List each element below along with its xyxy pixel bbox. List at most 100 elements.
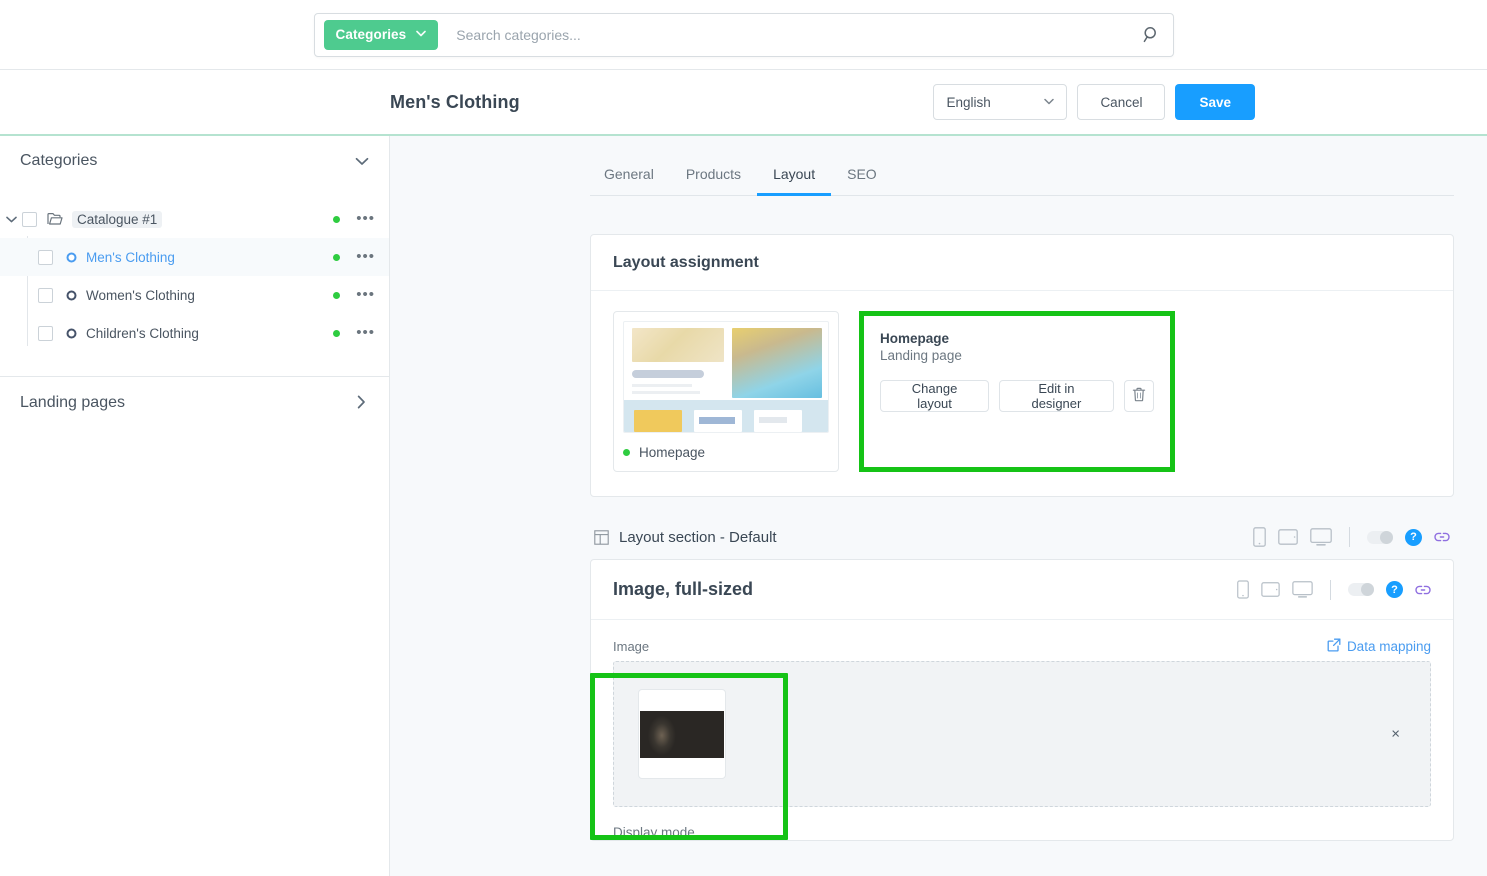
language-select[interactable]: English xyxy=(933,84,1068,120)
chevron-down-icon[interactable] xyxy=(355,154,369,169)
layout-section-row: Layout section - Default ? xyxy=(590,527,1454,547)
tree-item-mens-clothing[interactable]: Men's Clothing ••• xyxy=(0,238,389,276)
search-icon[interactable] xyxy=(1139,26,1165,43)
link-icon[interactable] xyxy=(1434,531,1450,543)
data-mapping-link[interactable]: Data mapping xyxy=(1327,638,1431,655)
remove-image-button[interactable]: × xyxy=(1391,726,1400,743)
desktop-icon[interactable] xyxy=(1310,528,1332,546)
display-mode-label: Display mode xyxy=(613,825,695,840)
tablet-icon[interactable] xyxy=(1278,529,1298,545)
status-dot xyxy=(333,215,341,223)
status-dot xyxy=(623,448,630,456)
external-link-icon xyxy=(1327,638,1341,655)
folder-open-icon xyxy=(47,212,65,226)
sidebar-section-landing-pages[interactable]: Landing pages xyxy=(0,377,389,429)
categories-scope-button[interactable]: Categories xyxy=(323,19,439,50)
search-input[interactable] xyxy=(438,26,1139,43)
edit-in-designer-button[interactable]: Edit in designer xyxy=(999,380,1114,412)
block-device-tools: ? xyxy=(1237,579,1431,600)
search-container: Categories xyxy=(313,12,1174,57)
layout-assignment-title: Layout assignment xyxy=(613,253,759,271)
visibility-toggle[interactable] xyxy=(1367,530,1393,544)
desktop-icon[interactable] xyxy=(1292,581,1313,598)
layout-assignment-body: Homepage Homepage Landing page Change la… xyxy=(591,291,1453,496)
tree-item-checkbox[interactable] xyxy=(38,287,53,303)
link-icon[interactable] xyxy=(1415,584,1431,596)
toolbar-divider xyxy=(1330,579,1331,600)
tree-item-womens-clothing[interactable]: Women's Clothing ••• xyxy=(0,276,389,314)
layout-preview-card[interactable]: Homepage xyxy=(613,311,839,472)
sidebar-section-title: Categories xyxy=(20,152,98,169)
block-card-image-full-sized: Image, full-sized ? Image Data mapping ×… xyxy=(590,559,1454,841)
sidebar: Categories Catalogue #1 ••• Men's Clothi… xyxy=(0,136,390,876)
tree-item-label: Children's Clothing xyxy=(86,325,199,341)
page-title: Men's Clothing xyxy=(390,91,520,112)
toolbar-divider xyxy=(1349,527,1350,547)
main-content: General Products Layout SEO Layout assig… xyxy=(390,136,1487,876)
tree-item-actions: ••• xyxy=(333,287,375,302)
tab-bar: General Products Layout SEO xyxy=(590,166,1454,196)
help-badge-icon[interactable]: ? xyxy=(1405,528,1422,546)
trash-icon xyxy=(1132,387,1146,405)
delete-layout-button[interactable] xyxy=(1123,380,1155,412)
image-dropzone[interactable]: × xyxy=(613,661,1431,807)
tree-item-childrens-clothing[interactable]: Children's Clothing ••• xyxy=(0,314,389,352)
assigned-layout-type: Landing page xyxy=(880,348,962,363)
layout-section-title: Layout section - Default xyxy=(619,528,777,546)
ellipsis-icon[interactable]: ••• xyxy=(356,211,375,226)
preview-block-b xyxy=(732,328,822,398)
layout-preview-caption-row: Homepage xyxy=(623,433,829,471)
tree-item-catalogue[interactable]: Catalogue #1 ••• xyxy=(0,200,389,238)
tab-seo[interactable]: SEO xyxy=(831,166,893,196)
circle-ring-icon xyxy=(63,328,79,339)
global-search-bar: Categories xyxy=(0,0,1487,70)
assigned-layout-highlight-box: Homepage Landing page Change layout Edit… xyxy=(859,311,1175,472)
chevron-down-icon xyxy=(1044,97,1055,108)
sidebar-section-categories[interactable]: Categories xyxy=(0,136,389,186)
ellipsis-icon[interactable]: ••• xyxy=(356,325,375,340)
tree-item-label: Women's Clothing xyxy=(86,287,195,303)
image-field-label: Image xyxy=(613,639,650,654)
tablet-icon[interactable] xyxy=(1261,582,1280,597)
save-button[interactable]: Save xyxy=(1175,84,1255,120)
status-dot xyxy=(333,329,341,337)
assigned-layout-actions: Change layout Edit in designer xyxy=(880,380,1155,412)
category-tree: Catalogue #1 ••• Men's Clothing ••• Wome… xyxy=(0,186,389,352)
app-root: Categories Men's Clothing English xyxy=(0,0,1487,876)
block-header: Image, full-sized ? xyxy=(591,560,1453,620)
ellipsis-icon[interactable]: ••• xyxy=(356,249,375,264)
categories-scope-label: Categories xyxy=(335,27,407,42)
layout-preview-caption: Homepage xyxy=(639,444,706,460)
page-header: Men's Clothing English Cancel Save xyxy=(0,70,1487,136)
mobile-icon[interactable] xyxy=(1237,580,1249,599)
page-body: Categories Catalogue #1 ••• Men's Clothi… xyxy=(0,136,1487,876)
image-thumbnail-card[interactable] xyxy=(638,689,726,779)
ellipsis-icon[interactable]: ••• xyxy=(356,287,375,302)
status-dot xyxy=(333,291,341,299)
preview-text-line xyxy=(632,384,692,387)
change-layout-button[interactable]: Change layout xyxy=(880,380,990,412)
main-inner: General Products Layout SEO Layout assig… xyxy=(390,136,1487,841)
block-body: Image Data mapping × Display mode xyxy=(591,620,1453,840)
help-badge-icon[interactable]: ? xyxy=(1386,581,1403,598)
tree-item-checkbox[interactable] xyxy=(22,211,37,227)
cancel-button[interactable]: Cancel xyxy=(1077,84,1166,120)
assigned-layout-name: Homepage xyxy=(880,331,950,346)
preview-text-line xyxy=(632,391,700,394)
language-select-value: English xyxy=(946,94,991,110)
visibility-toggle[interactable] xyxy=(1348,583,1374,596)
preview-tile xyxy=(634,410,682,432)
chevron-down-icon[interactable] xyxy=(0,216,22,223)
tree-item-checkbox[interactable] xyxy=(38,325,53,341)
jackets-photo-icon xyxy=(640,710,724,758)
mobile-icon[interactable] xyxy=(1253,527,1266,547)
preview-block-a xyxy=(632,328,724,362)
tree-item-checkbox[interactable] xyxy=(38,249,53,265)
tab-general[interactable]: General xyxy=(590,166,670,196)
chevron-right-icon[interactable] xyxy=(357,395,366,412)
circle-ring-icon xyxy=(63,252,79,263)
tree-item-actions: ••• xyxy=(333,325,375,340)
tab-layout[interactable]: Layout xyxy=(757,166,832,196)
tab-products[interactable]: Products xyxy=(670,166,757,196)
layout-section-device-tools: ? xyxy=(1253,527,1450,547)
